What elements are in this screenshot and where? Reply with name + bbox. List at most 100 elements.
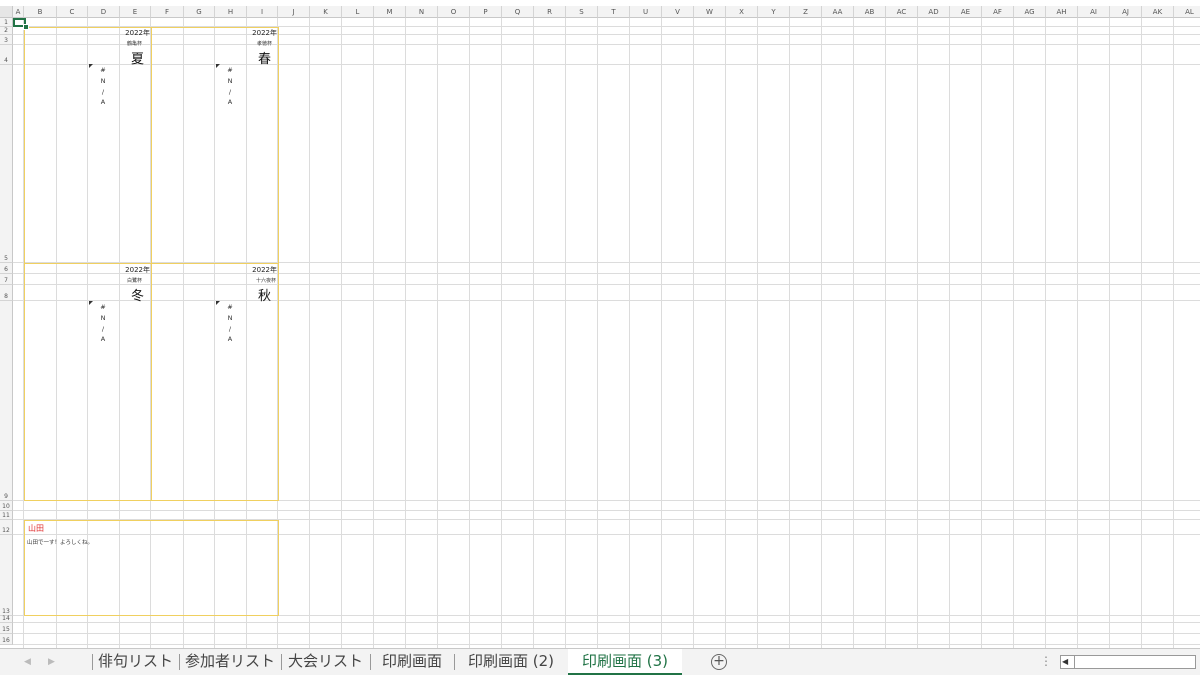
row-header[interactable]: 11 xyxy=(0,511,13,520)
chevron-right-icon[interactable]: ▶ xyxy=(48,657,55,667)
column-header[interactable]: A xyxy=(13,6,24,18)
row-header[interactable]: 10 xyxy=(0,501,13,511)
scroll-left-icon[interactable]: ◀ xyxy=(1062,656,1068,668)
fill-handle[interactable] xyxy=(23,24,29,30)
vertical-dots-icon[interactable]: ⋮ xyxy=(1040,654,1052,668)
row-header[interactable]: 12 xyxy=(0,520,13,535)
card-2-na-4: A xyxy=(227,98,233,106)
row-header[interactable]: 3 xyxy=(0,35,13,45)
column-header[interactable]: AA xyxy=(822,6,854,18)
column-header[interactable]: N xyxy=(406,6,438,18)
tab-print-screen[interactable]: 印刷画面 xyxy=(371,649,453,675)
column-header[interactable]: H xyxy=(215,6,247,18)
tab-haiku-list[interactable]: 俳句リスト xyxy=(93,649,178,675)
column-header[interactable]: G xyxy=(184,6,215,18)
profile-message: 山田で一す！よろしくね。 xyxy=(27,540,94,546)
grid-column-line xyxy=(565,18,566,648)
row-header[interactable]: 13 xyxy=(0,535,13,616)
column-header[interactable]: AJ xyxy=(1110,6,1142,18)
scrollbar-divider xyxy=(1074,656,1075,668)
column-header[interactable]: I xyxy=(247,6,278,18)
card-3-na-2: N xyxy=(100,314,106,322)
card-4-cup: 十六夜杯 xyxy=(255,278,276,284)
card-2-season: 春 xyxy=(257,52,271,67)
card-2-na-1: # xyxy=(227,66,233,74)
row-header[interactable]: 9 xyxy=(0,301,13,501)
tab-print-screen-2[interactable]: 印刷画面 (2) xyxy=(455,649,567,675)
card-2-cup: 孝徳杯 xyxy=(256,41,272,47)
row-header[interactable]: 16 xyxy=(0,634,13,645)
column-header[interactable]: X xyxy=(726,6,758,18)
tab-tournament-list[interactable]: 大会リスト xyxy=(282,649,369,675)
row-header[interactable]: 15 xyxy=(0,623,13,634)
column-header[interactable]: L xyxy=(342,6,374,18)
card-1-na-2: N xyxy=(100,77,106,85)
column-header[interactable]: J xyxy=(278,6,310,18)
grid-column-line xyxy=(309,18,310,648)
tab-print-screen-3[interactable]: 印刷画面 (3) xyxy=(568,649,682,675)
profile-frame xyxy=(24,520,279,616)
column-header[interactable]: B xyxy=(24,6,57,18)
column-header[interactable]: Y xyxy=(758,6,790,18)
grid-column-line xyxy=(1173,18,1174,648)
column-header[interactable]: C xyxy=(57,6,88,18)
column-header[interactable]: T xyxy=(598,6,630,18)
grid-column-line xyxy=(789,18,790,648)
column-header[interactable]: AF xyxy=(982,6,1014,18)
column-header[interactable]: V xyxy=(662,6,694,18)
row-header[interactable]: 6 xyxy=(0,263,13,274)
row-header[interactable]: 14 xyxy=(0,615,13,623)
horizontal-scrollbar[interactable]: ◀ xyxy=(1060,655,1196,669)
column-header[interactable]: AI xyxy=(1078,6,1110,18)
row-header[interactable]: 5 xyxy=(0,65,13,263)
column-header[interactable]: D xyxy=(88,6,120,18)
card-4-year: 2022年 xyxy=(252,266,277,274)
column-header[interactable]: AG xyxy=(1014,6,1046,18)
row-header[interactable]: 2 xyxy=(0,27,13,35)
grid-column-line xyxy=(501,18,502,648)
card-2-error-indicator xyxy=(216,64,220,68)
column-header[interactable]: Z xyxy=(790,6,822,18)
card-1-year: 2022年 xyxy=(125,29,150,37)
grid-row-line xyxy=(13,510,1200,511)
tab-participant-list[interactable]: 参加者リスト xyxy=(180,649,280,675)
column-header[interactable]: AC xyxy=(886,6,918,18)
grid-column-line xyxy=(917,18,918,648)
grid-column-line xyxy=(821,18,822,648)
column-header[interactable]: R xyxy=(534,6,566,18)
select-all-corner[interactable] xyxy=(0,6,13,18)
sheet-tab-bar: ◀ ▶ 俳句リスト 参加者リスト 大会リスト 印刷画面 印刷画面 (2) 印刷画… xyxy=(0,648,1200,675)
column-header[interactable]: AD xyxy=(918,6,950,18)
column-header[interactable]: AL xyxy=(1174,6,1200,18)
column-header[interactable]: AK xyxy=(1142,6,1174,18)
column-header[interactable]: M xyxy=(374,6,406,18)
grid-column-line xyxy=(437,18,438,648)
card-4-na-1: # xyxy=(227,303,233,311)
column-header[interactable]: U xyxy=(630,6,662,18)
column-header[interactable]: W xyxy=(694,6,726,18)
row-header[interactable]: 4 xyxy=(0,45,13,65)
row-header[interactable]: 1 xyxy=(0,18,13,27)
column-header[interactable]: AH xyxy=(1046,6,1078,18)
column-header[interactable]: AB xyxy=(854,6,886,18)
column-header[interactable]: F xyxy=(151,6,184,18)
row-header[interactable]: 7 xyxy=(0,274,13,285)
column-header[interactable]: K xyxy=(310,6,342,18)
plus-circle-icon[interactable]: + xyxy=(711,654,727,670)
grid-row-line xyxy=(13,622,1200,623)
profile-name: 山田 xyxy=(28,524,44,533)
row-header[interactable]: 8 xyxy=(0,285,13,301)
grid-column-line xyxy=(885,18,886,648)
grid-column-line xyxy=(757,18,758,648)
column-header[interactable]: S xyxy=(566,6,598,18)
column-header[interactable]: O xyxy=(438,6,470,18)
grid-column-line xyxy=(661,18,662,648)
column-header[interactable]: AE xyxy=(950,6,982,18)
column-header[interactable]: Q xyxy=(502,6,534,18)
worksheet[interactable]: A B C D E F G H I J K L M N O P Q R S T U V W X Y Z AA AB AC AD AE AF AG… xyxy=(0,0,1200,648)
column-header[interactable]: E xyxy=(120,6,151,18)
column-header[interactable]: P xyxy=(470,6,502,18)
card-1-na-1: # xyxy=(100,66,106,74)
chevron-left-icon[interactable]: ◀ xyxy=(24,657,31,667)
grid-column-line xyxy=(853,18,854,648)
